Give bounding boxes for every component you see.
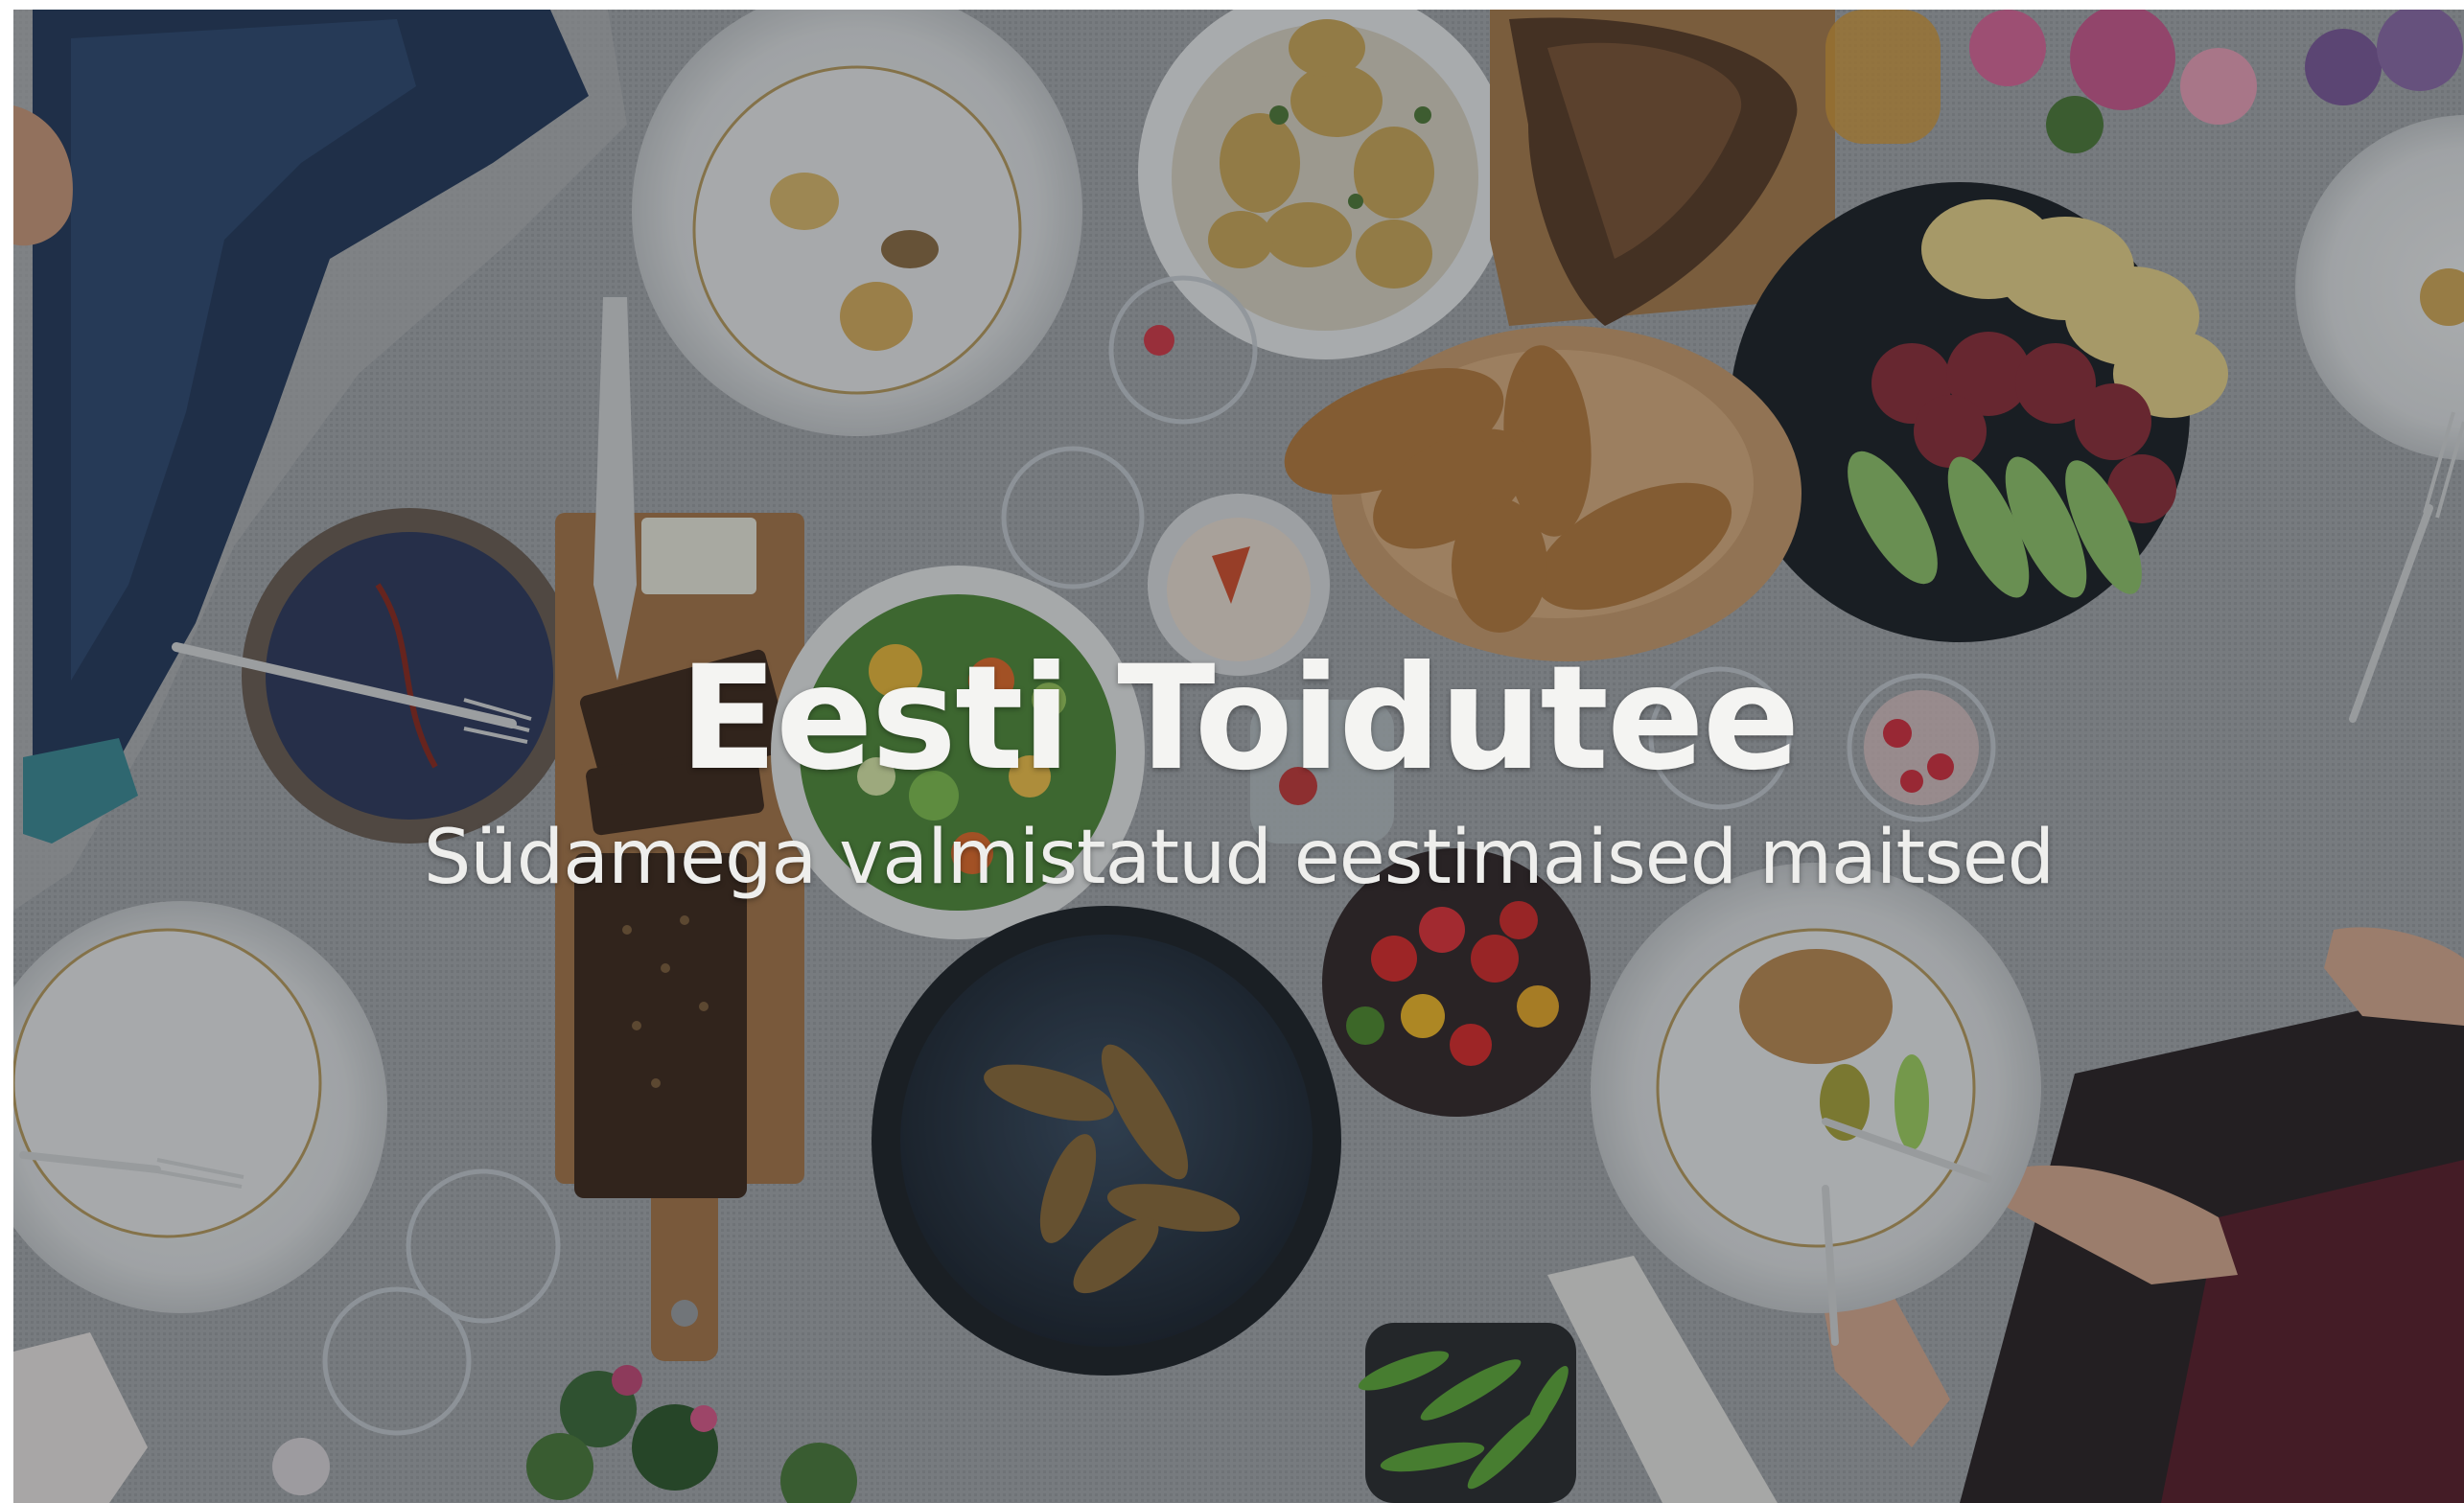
- hero-subtitle: Südamega valmistatud eestimaised maitsed: [423, 815, 2055, 901]
- hero-title: Eesti Toidutee: [679, 636, 1800, 802]
- hero-text-block: Eesti Toidutee Südamega valmistatud eest…: [13, 637, 2464, 906]
- hero-banner: Eesti Toidutee Südamega valmistatud eest…: [13, 10, 2464, 1503]
